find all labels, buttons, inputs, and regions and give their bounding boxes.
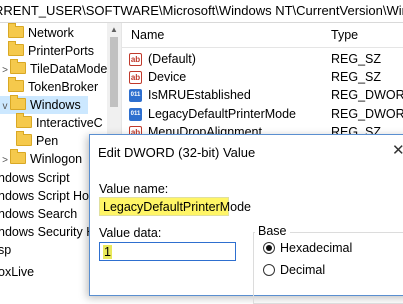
tree-item-pen[interactable]: Pen bbox=[16, 131, 58, 150]
dword-value-icon: 011 bbox=[129, 89, 142, 102]
tree-item-windows-script-host[interactable]: ndows Script Ho bbox=[0, 187, 89, 205]
tree-item-windows[interactable]: v Windows bbox=[0, 95, 88, 116]
folder-icon bbox=[8, 23, 24, 38]
edit-dword-dialog: Edit DWORD (32-bit) Value ✕ Value name: … bbox=[89, 134, 403, 304]
tree-item-tokenbroker[interactable]: TokenBroker bbox=[8, 77, 98, 96]
value-name-label: Value name: bbox=[99, 182, 169, 196]
tree-item-interactivec[interactable]: InteractiveC bbox=[16, 113, 103, 132]
tree-item-windows-security[interactable]: ndows Security H bbox=[0, 223, 95, 241]
chevron-down-icon[interactable]: v bbox=[0, 98, 10, 116]
value-data-text: 1 bbox=[103, 245, 112, 259]
list-item[interactable]: ab (Default) REG_SZ bbox=[122, 50, 403, 69]
address-path: RRENT_USER\SOFTWARE\Microsoft\Windows NT… bbox=[0, 3, 403, 18]
list-item[interactable]: 011 IsMRUEstablished REG_DWORD bbox=[122, 86, 403, 105]
dword-value-icon: 011 bbox=[129, 108, 142, 121]
tree-item-sp[interactable]: sp bbox=[0, 241, 11, 259]
tree-item-xboxlive[interactable]: oxLive bbox=[0, 263, 34, 281]
decimal-label[interactable]: Decimal bbox=[280, 263, 325, 277]
value-name-text: LegacyDefaultPrinterMode bbox=[103, 200, 251, 214]
base-label: Base bbox=[255, 224, 290, 238]
string-value-icon: ab bbox=[129, 53, 142, 66]
scroll-up-icon[interactable]: ▲ bbox=[107, 23, 121, 37]
tree-item-winlogon[interactable]: > Winlogon bbox=[0, 149, 82, 170]
value-data-input[interactable]: 1 bbox=[99, 242, 236, 261]
scrollbar-thumb[interactable] bbox=[110, 37, 118, 107]
folder-icon bbox=[16, 113, 32, 128]
tree-item-windows-script[interactable]: ndows Script bbox=[0, 169, 70, 187]
string-value-icon: ab bbox=[129, 71, 142, 84]
folder-icon bbox=[10, 149, 26, 164]
folder-icon bbox=[10, 59, 26, 74]
hexadecimal-label[interactable]: Hexadecimal bbox=[280, 241, 352, 255]
folder-icon bbox=[8, 77, 24, 92]
tree-item-network[interactable]: Network bbox=[8, 23, 74, 42]
chevron-right-icon[interactable]: > bbox=[0, 152, 10, 170]
list-item[interactable]: ab Device REG_SZ bbox=[122, 68, 403, 87]
decimal-radio[interactable] bbox=[263, 264, 275, 276]
address-bar[interactable]: RRENT_USER\SOFTWARE\Microsoft\Windows NT… bbox=[0, 0, 403, 23]
value-data-label: Value data: bbox=[99, 226, 162, 240]
tree-item-windows-search[interactable]: ndows Search bbox=[0, 205, 77, 223]
value-name-field[interactable]: LegacyDefaultPrinterMode bbox=[99, 197, 251, 216]
close-icon[interactable]: ✕ bbox=[392, 141, 403, 159]
hexadecimal-radio[interactable] bbox=[263, 242, 275, 254]
folder-icon bbox=[10, 95, 26, 110]
column-header-name[interactable]: Name bbox=[131, 28, 164, 42]
list-header: Name Type bbox=[122, 23, 403, 48]
tree-item-printerports[interactable]: PrinterPorts bbox=[8, 41, 94, 60]
folder-icon bbox=[8, 41, 24, 56]
dialog-title: Edit DWORD (32-bit) Value bbox=[98, 145, 256, 160]
folder-icon bbox=[16, 131, 32, 146]
column-header-type[interactable]: Type bbox=[331, 28, 358, 42]
tree-item-tiledatamodel[interactable]: > TileDataModel bbox=[0, 59, 110, 78]
list-item[interactable]: 011 LegacyDefaultPrinterMode REG_DWORD bbox=[122, 105, 403, 124]
